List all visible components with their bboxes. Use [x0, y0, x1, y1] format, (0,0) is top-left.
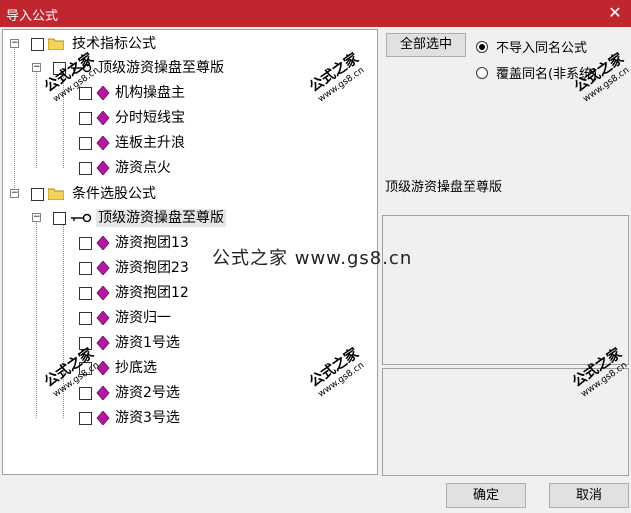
collapse-toggle[interactable]: − [10, 189, 19, 198]
checkbox[interactable] [79, 311, 92, 325]
tree-item-label: 连板主升浪 [115, 135, 185, 151]
radio-label: 不导入同名公式 [496, 41, 588, 56]
tree-item[interactable]: 游资抱团12 [79, 282, 191, 304]
tree-item[interactable]: 游资3号选 [79, 407, 182, 429]
collapse-toggle[interactable]: − [32, 213, 41, 222]
tree-item[interactable]: 游资抱团23 [79, 257, 191, 279]
watermark: 公式之家 www.gs8.cn [570, 48, 631, 104]
tree-item-label: 游资抱团12 [115, 285, 189, 301]
checkbox[interactable] [79, 86, 92, 100]
cancel-button[interactable]: 取消 [549, 483, 629, 508]
gem-icon [96, 311, 110, 325]
tree-item[interactable]: 游资2号选 [79, 382, 182, 404]
tree-line [14, 44, 15, 194]
tree-line [36, 218, 37, 418]
tree-item[interactable]: 游资1号选 [79, 332, 182, 354]
tree-item-label: 游资抱团13 [115, 235, 189, 251]
selected-formula-name: 顶级游资操盘至尊版 [385, 180, 503, 195]
gem-icon [96, 286, 110, 300]
gem-icon [96, 86, 110, 100]
tree-line [36, 68, 37, 168]
close-icon[interactable]: ✕ [605, 3, 625, 23]
radio-button[interactable] [476, 66, 488, 79]
tree-item-label: 游资3号选 [115, 410, 180, 426]
tree-item-label: 游资点火 [115, 160, 171, 176]
gem-icon [96, 136, 110, 150]
gem-icon [96, 386, 110, 400]
tree-item[interactable]: 连板主升浪 [79, 132, 187, 154]
window-title: 导入公式 [6, 9, 59, 24]
checkbox[interactable] [79, 286, 92, 300]
tree-group-label: 条件选股公式 [72, 186, 156, 202]
tree-item-label: 游资抱团23 [115, 260, 189, 276]
tree-item[interactable]: 游资抱团13 [79, 232, 191, 254]
tree-item-label: 机构操盘主 [115, 85, 185, 101]
tree-item[interactable]: 游资归一 [79, 307, 173, 329]
tree-item[interactable]: 分时短线宝 [79, 107, 187, 129]
checkbox[interactable] [31, 37, 44, 51]
radio-button[interactable] [476, 40, 488, 53]
checkbox[interactable] [79, 236, 92, 250]
radio-no-import[interactable]: 不导入同名公式 [476, 37, 587, 56]
tree-subgroup-label: 顶级游资操盘至尊版 [98, 60, 224, 76]
checkbox[interactable] [79, 261, 92, 275]
tree-item-label: 游资1号选 [115, 335, 180, 351]
tree-item-label: 分时短线宝 [115, 110, 185, 126]
key-icon [71, 213, 92, 223]
gem-icon [96, 261, 110, 275]
folder-icon [48, 188, 64, 200]
tree-item-label: 抄底选 [115, 360, 157, 376]
tree-group[interactable]: 技术指标公式 [31, 33, 158, 55]
ok-button[interactable]: 确定 [446, 483, 526, 508]
checkbox[interactable] [79, 111, 92, 125]
checkbox[interactable] [31, 187, 44, 201]
checkbox[interactable] [79, 136, 92, 150]
checkbox[interactable] [79, 386, 92, 400]
select-all-button[interactable]: 全部选中 [386, 33, 466, 57]
checkbox[interactable] [53, 211, 66, 225]
title-bar: 导入公式 ✕ [0, 0, 631, 27]
description-panel [382, 215, 629, 365]
collapse-toggle[interactable]: − [10, 39, 19, 48]
gem-icon [96, 161, 110, 175]
gem-icon [96, 111, 110, 125]
collapse-toggle[interactable]: − [32, 63, 41, 72]
gem-icon [96, 411, 110, 425]
center-watermark: 公式之家 www.gs8.cn [212, 248, 413, 269]
tree-subgroup-label: 顶级游资操盘至尊版 [96, 209, 226, 227]
tree-group[interactable]: 条件选股公式 [31, 183, 158, 205]
gem-icon [96, 336, 110, 350]
tree-item[interactable]: 机构操盘主 [79, 82, 187, 104]
gem-icon [96, 236, 110, 250]
checkbox[interactable] [79, 161, 92, 175]
folder-icon [48, 38, 64, 50]
tree-item-label: 游资归一 [115, 310, 171, 326]
tree-item-label: 游资2号选 [115, 385, 180, 401]
checkbox[interactable] [79, 411, 92, 425]
tree-subgroup[interactable]: 顶级游资操盘至尊版 [53, 207, 226, 229]
tree-item[interactable]: 游资点火 [79, 157, 173, 179]
